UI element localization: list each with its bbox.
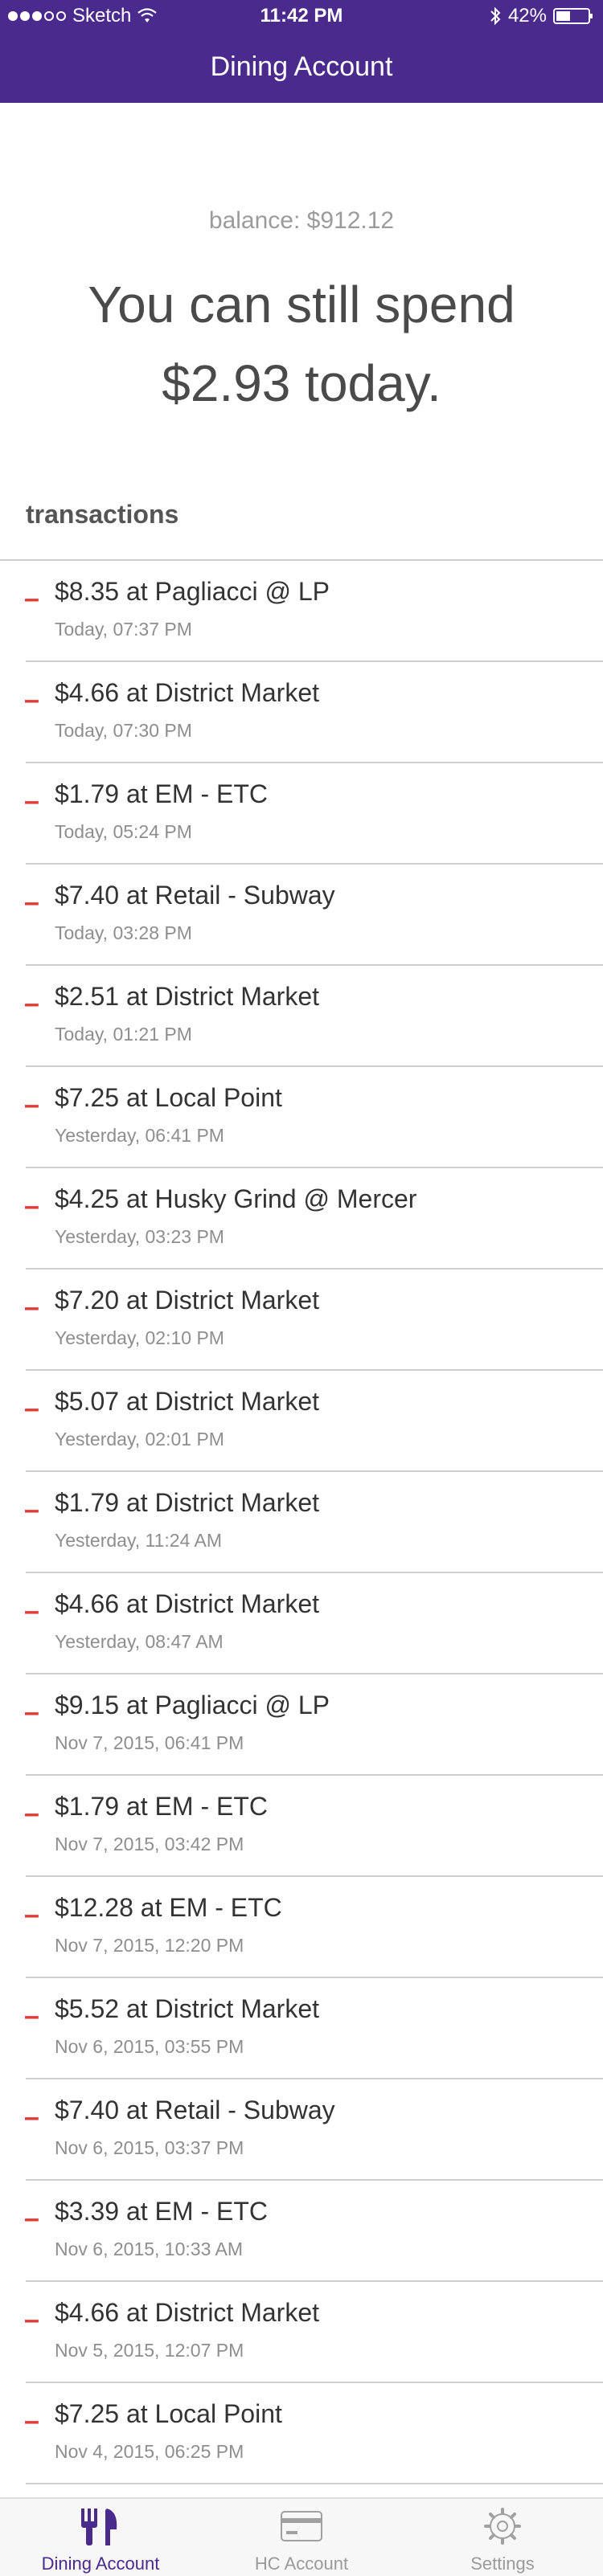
- debit-minus-icon: –: [24, 1393, 39, 1424]
- debit-minus-icon: –: [24, 1899, 39, 1930]
- status-bar: Sketch 11:42 PM 42%: [0, 0, 603, 32]
- transaction-row[interactable]: – $7.25 at Local Point Nov 4, 2015, 06:25 …: [0, 2383, 603, 2484]
- page-title: Dining Account: [210, 51, 393, 82]
- transaction-timestamp: Nov 7, 2015, 12:20 PM: [55, 1935, 244, 1956]
- transaction-row[interactable]: – $7.20 at District Market Yesterday, 02:1…: [0, 1270, 603, 1371]
- bluetooth-icon: [490, 6, 501, 26]
- transaction-label: $7.25 at Local Point: [55, 2399, 282, 2428]
- transaction-row[interactable]: – $12.28 at EM - ETC Nov 7, 2015, 12:20 PM: [0, 1877, 603, 1978]
- header: Sketch 11:42 PM 42% Dining Account: [0, 0, 603, 103]
- debit-minus-icon: –: [24, 2304, 39, 2335]
- transaction-timestamp: Yesterday, 06:41 PM: [55, 1125, 224, 1146]
- transaction-row[interactable]: – $2.51 at District Market Today, 01:21 PM: [0, 966, 603, 1067]
- transaction-timestamp: Yesterday, 11:24 AM: [55, 1530, 222, 1551]
- transaction-timestamp: Nov 6, 2015, 03:55 PM: [55, 2036, 244, 2057]
- battery-icon: [553, 8, 593, 24]
- transaction-row[interactable]: – $5.07 at District Market Yesterday, 02:0…: [0, 1371, 603, 1472]
- transaction-row[interactable]: – $1.79 at District Market Yesterday, 11:2…: [0, 1472, 603, 1573]
- debit-minus-icon: –: [24, 2203, 39, 2234]
- debit-minus-icon: –: [24, 2001, 39, 2031]
- debit-minus-icon: –: [24, 1090, 39, 1120]
- debit-minus-icon: –: [24, 887, 39, 918]
- debit-minus-icon: –: [24, 988, 39, 1019]
- tab-settings[interactable]: Settings: [402, 2499, 603, 2576]
- debit-minus-icon: –: [24, 583, 39, 614]
- transaction-label: $5.07 at District Market: [55, 1387, 319, 1416]
- debit-minus-icon: –: [24, 1292, 39, 1323]
- status-right: 42%: [489, 5, 593, 27]
- transaction-label: $5.52 at District Market: [55, 1994, 319, 2023]
- transaction-timestamp: Nov 5, 2015, 12:07 PM: [55, 2340, 244, 2361]
- balance-text: balance: $912.12: [208, 207, 395, 234]
- transaction-row[interactable]: – $9.15 at Pagliacci @ LP Nov 7, 2015, 06:…: [0, 1674, 603, 1776]
- fork-knife-icon: [81, 2509, 117, 2545]
- transaction-row[interactable]: – $1.79 at EM - ETC Today, 05:24 PM: [0, 763, 603, 865]
- transaction-timestamp: Nov 4, 2015, 06:25 PM: [55, 2441, 244, 2462]
- battery-percentage: 42%: [507, 5, 547, 27]
- transaction-row[interactable]: – $1.79 at EM - ETC Nov 7, 2015, 03:42 PM: [0, 1776, 603, 1877]
- transaction-label: $7.20 at District Market: [55, 1286, 319, 1315]
- transaction-row[interactable]: – $4.66 at District Market Yesterday, 08:4…: [0, 1573, 603, 1674]
- transaction-row[interactable]: – $4.25 at Husky Grind @ Mercer Yesterday,…: [0, 1168, 603, 1270]
- transaction-timestamp: Yesterday, 03:23 PM: [55, 1226, 224, 1247]
- daily-spend-message: You can still spend $2.93 today.: [0, 265, 603, 423]
- gear-icon: [484, 2508, 521, 2545]
- transaction-timestamp: Today, 07:37 PM: [55, 619, 192, 640]
- debit-minus-icon: –: [24, 2406, 39, 2436]
- tab-label: HC Account: [254, 2554, 349, 2574]
- debit-minus-icon: –: [24, 786, 39, 816]
- transaction-label: $1.79 at EM - ETC: [55, 779, 268, 808]
- debit-minus-icon: –: [24, 1798, 39, 1829]
- transaction-label: $12.28 at EM - ETC: [55, 1893, 282, 1922]
- transaction-row[interactable]: – $7.40 at Retail - Subway Nov 6, 2015, 03…: [0, 2079, 603, 2181]
- transaction-row[interactable]: – $4.66 at District Market Nov 5, 2015, 12…: [0, 2282, 603, 2383]
- transactions-list: – $8.35 at Pagliacci @ LP Today, 07:37 PM –…: [0, 561, 603, 2484]
- transaction-timestamp: Nov 7, 2015, 03:42 PM: [55, 1834, 244, 1854]
- debit-minus-icon: –: [24, 1596, 39, 1626]
- debit-minus-icon: –: [24, 1494, 39, 1525]
- transaction-row[interactable]: – $3.39 at EM - ETC Nov 6, 2015, 10:33 AM: [0, 2181, 603, 2282]
- transaction-timestamp: Today, 07:30 PM: [55, 720, 192, 741]
- transaction-timestamp: Today, 01:21 PM: [55, 1024, 192, 1045]
- spend-line-2: $2.93 today.: [162, 354, 441, 412]
- transaction-timestamp: Nov 7, 2015, 06:41 PM: [55, 1732, 244, 1753]
- transaction-label: $7.40 at Retail - Subway: [55, 2096, 335, 2124]
- transaction-label: $4.25 at Husky Grind @ Mercer: [55, 1184, 417, 1213]
- spend-line-1: You can still spend: [88, 276, 515, 333]
- tab-label: Settings: [470, 2554, 535, 2574]
- transaction-timestamp: Nov 6, 2015, 03:37 PM: [55, 2137, 244, 2158]
- tab-dining-account[interactable]: Dining Account: [0, 2499, 201, 2576]
- tab-bar: Dining Account HC Account Settings: [0, 2497, 603, 2576]
- transaction-row[interactable]: – $5.52 at District Market Nov 6, 2015, 03…: [0, 1978, 603, 2079]
- transaction-label: $8.35 at Pagliacci @ LP: [55, 577, 330, 606]
- transaction-label: $4.66 at District Market: [55, 2298, 319, 2327]
- transaction-timestamp: Yesterday, 02:01 PM: [55, 1429, 224, 1450]
- debit-minus-icon: –: [24, 685, 39, 715]
- tab-label: Dining Account: [41, 2554, 160, 2574]
- transaction-timestamp: Today, 05:24 PM: [55, 821, 192, 842]
- transaction-label: $4.66 at District Market: [55, 1589, 319, 1618]
- debit-minus-icon: –: [24, 1697, 39, 1728]
- transaction-label: $2.51 at District Market: [55, 982, 319, 1011]
- transaction-row[interactable]: – $7.40 at Retail - Subway Today, 03:28 PM: [0, 865, 603, 966]
- transaction-row[interactable]: – $8.35 at Pagliacci @ LP Today, 07:37 PM: [0, 561, 603, 662]
- transaction-timestamp: Yesterday, 02:10 PM: [55, 1327, 224, 1348]
- transaction-timestamp: Today, 03:28 PM: [55, 922, 192, 943]
- transaction-timestamp: Nov 6, 2015, 10:33 AM: [55, 2239, 243, 2259]
- transaction-label: $1.79 at EM - ETC: [55, 1792, 268, 1821]
- transactions-heading: transactions: [26, 500, 179, 529]
- transaction-label: $1.79 at District Market: [55, 1488, 319, 1517]
- transaction-label: $7.25 at Local Point: [55, 1083, 282, 1112]
- transaction-label: $9.15 at Pagliacci @ LP: [55, 1691, 330, 1719]
- transaction-row[interactable]: – $7.25 at Local Point Yesterday, 06:41 PM: [0, 1067, 603, 1168]
- transaction-label: $4.66 at District Market: [55, 678, 319, 707]
- tab-hc-account[interactable]: HC Account: [201, 2499, 402, 2576]
- transaction-label: $3.39 at EM - ETC: [55, 2197, 268, 2226]
- transaction-timestamp: Yesterday, 08:47 AM: [55, 1631, 224, 1652]
- debit-minus-icon: –: [24, 2102, 39, 2132]
- credit-card-icon: [281, 2511, 322, 2541]
- debit-minus-icon: –: [24, 1191, 39, 1221]
- transaction-row[interactable]: – $4.66 at District Market Today, 07:30 PM: [0, 662, 603, 763]
- transaction-label: $7.40 at Retail - Subway: [55, 881, 335, 910]
